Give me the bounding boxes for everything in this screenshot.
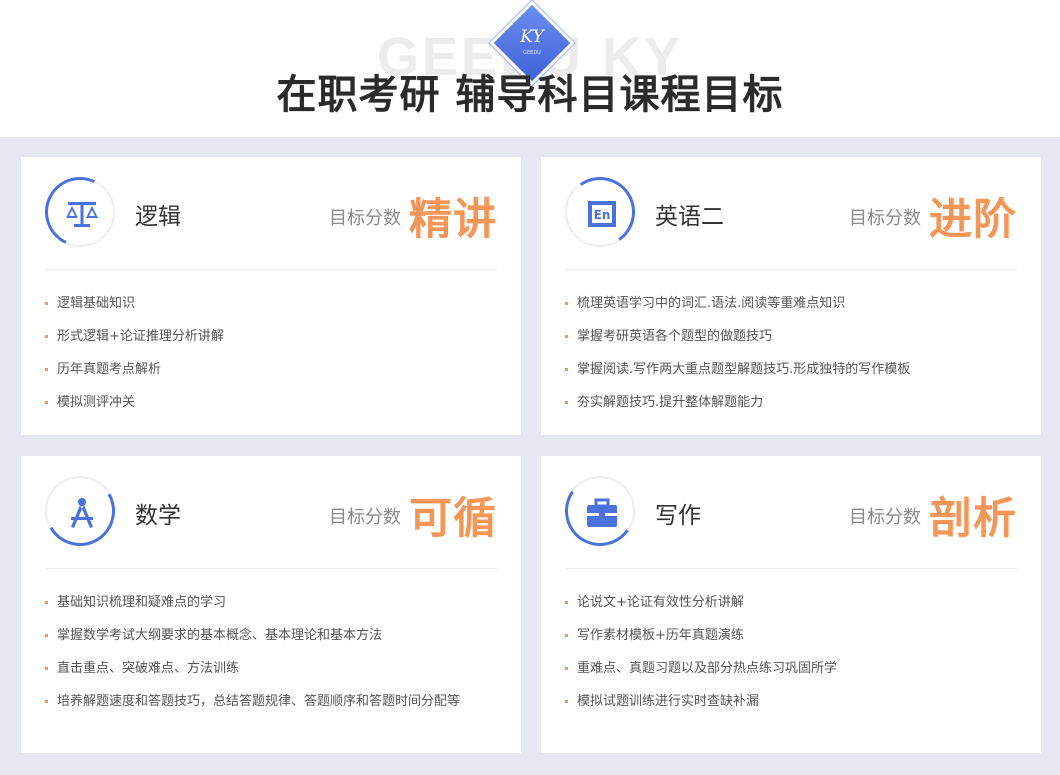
divider (45, 568, 497, 569)
subject-name: 写作 (655, 503, 701, 529)
divider (565, 568, 1017, 569)
list-item: 形式逻辑+论证推理分析讲解 (45, 328, 497, 345)
list-item: 基础知识梳理和疑难点的学习 (45, 594, 497, 611)
icon-ring: En (559, 171, 641, 253)
list-item: 掌握考研英语各个题型的做题技巧 (565, 328, 1017, 345)
bullet-icon (565, 667, 568, 670)
list-item: 重难点、真题习题以及部分热点练习巩固所学 (565, 660, 1017, 677)
subject-name: 逻辑 (135, 204, 181, 230)
page-title: 在职考研 辅导科目课程目标 (276, 72, 784, 118)
goal-list: 逻辑基础知识 形式逻辑+论证推理分析讲解 历年真题考点解析 模拟测评冲关 (45, 295, 497, 427)
bullet-icon (565, 700, 568, 703)
list-item: 掌握阅读.写作两大重点题型解题技巧.形成独特的写作模板 (565, 361, 1017, 378)
bullet-icon (45, 368, 48, 371)
icon-ring (35, 167, 125, 257)
subjects-panel: 逻辑 目标分数 精讲 逻辑基础知识 形式逻辑+论证推理分析讲解 历年真题考点解析… (0, 137, 1060, 775)
logo-text: KY (520, 27, 544, 47)
goal-list: 梳理英语学习中的词汇.语法.阅读等重难点知识 掌握考研英语各个题型的做题技巧 掌… (565, 295, 1017, 427)
bullet-icon (45, 700, 48, 703)
bullet-icon (45, 401, 48, 404)
list-item: 论说文+论证有效性分析讲解 (565, 594, 1017, 611)
card-header: En 英语二 目标分数 进阶 (559, 171, 1017, 257)
target-label: 目标分数 (329, 507, 401, 528)
bullet-icon (45, 667, 48, 670)
goal-list: 论说文+论证有效性分析讲解 写作素材模板+历年真题演练 重难点、真题习题以及部分… (565, 594, 1017, 726)
bullet-icon (565, 601, 568, 604)
list-item: 夯实解题技巧.提升整体解题能力 (565, 394, 1017, 411)
list-item: 培养解题速度和答题技巧，总结答题规律、答题顺序和答题时间分配等 (45, 693, 497, 710)
goal-list: 基础知识梳理和疑难点的学习 掌握数学考试大纲要求的基本概念、基本理论和基本方法 … (45, 594, 497, 726)
icon-ring (37, 468, 123, 554)
svg-text:En: En (594, 208, 611, 222)
bullet-icon (45, 335, 48, 338)
bullet-icon (565, 401, 568, 404)
list-item: 写作素材模板+历年真题演练 (565, 627, 1017, 644)
card-header: 写作 目标分数 剖析 (559, 470, 1017, 556)
bullet-icon (565, 634, 568, 637)
briefcase-icon (587, 498, 617, 527)
logo-subtext: GEEDU (523, 50, 541, 56)
list-item: 模拟试题训练进行实时查缺补漏 (565, 693, 1017, 710)
target-label: 目标分数 (849, 507, 921, 528)
target-word: 剖析 (929, 494, 1017, 544)
list-item: 直击重点、突破难点、方法训练 (45, 660, 497, 677)
target-label: 目标分数 (329, 208, 401, 229)
bullet-icon (565, 368, 568, 371)
subject-name: 数学 (135, 503, 181, 529)
bullet-icon (565, 335, 568, 338)
icon-ring (559, 470, 641, 552)
subject-card-writing: 写作 目标分数 剖析 论说文+论证有效性分析讲解 写作素材模板+历年真题演练 重… (541, 456, 1041, 753)
bullet-icon (45, 601, 48, 604)
scale-icon (66, 202, 98, 227)
card-header: 逻辑 目标分数 精讲 (35, 167, 497, 257)
bullet-icon (565, 302, 568, 305)
bullet-icon (45, 634, 48, 637)
target-label: 目标分数 (849, 208, 921, 229)
target-word: 进阶 (929, 195, 1017, 245)
divider (45, 269, 497, 270)
target-word: 精讲 (409, 195, 497, 245)
page-header: GEEDU KY KY GEEDU 在职考研 辅导科目课程目标 (0, 0, 1060, 137)
target-word: 可循 (409, 494, 497, 544)
divider (565, 269, 1017, 270)
list-item: 掌握数学考试大纲要求的基本概念、基本理论和基本方法 (45, 627, 497, 644)
list-item: 历年真题考点解析 (45, 361, 497, 378)
list-item: 模拟测评冲关 (45, 394, 497, 411)
compass-icon (71, 498, 93, 528)
bullet-icon (45, 302, 48, 305)
subject-card-logic: 逻辑 目标分数 精讲 逻辑基础知识 形式逻辑+论证推理分析讲解 历年真题考点解析… (21, 157, 521, 435)
subject-card-math: 数学 目标分数 可循 基础知识梳理和疑难点的学习 掌握数学考试大纲要求的基本概念… (21, 456, 521, 753)
subject-card-english: En 英语二 目标分数 进阶 梳理英语学习中的词汇.语法.阅读等重难点知识 掌握… (541, 157, 1041, 435)
card-header: 数学 目标分数 可循 (37, 468, 497, 556)
list-item: 梳理英语学习中的词汇.语法.阅读等重难点知识 (565, 295, 1017, 312)
subject-name: 英语二 (655, 204, 724, 230)
english-book-icon: En (588, 201, 616, 227)
list-item: 逻辑基础知识 (45, 295, 497, 312)
